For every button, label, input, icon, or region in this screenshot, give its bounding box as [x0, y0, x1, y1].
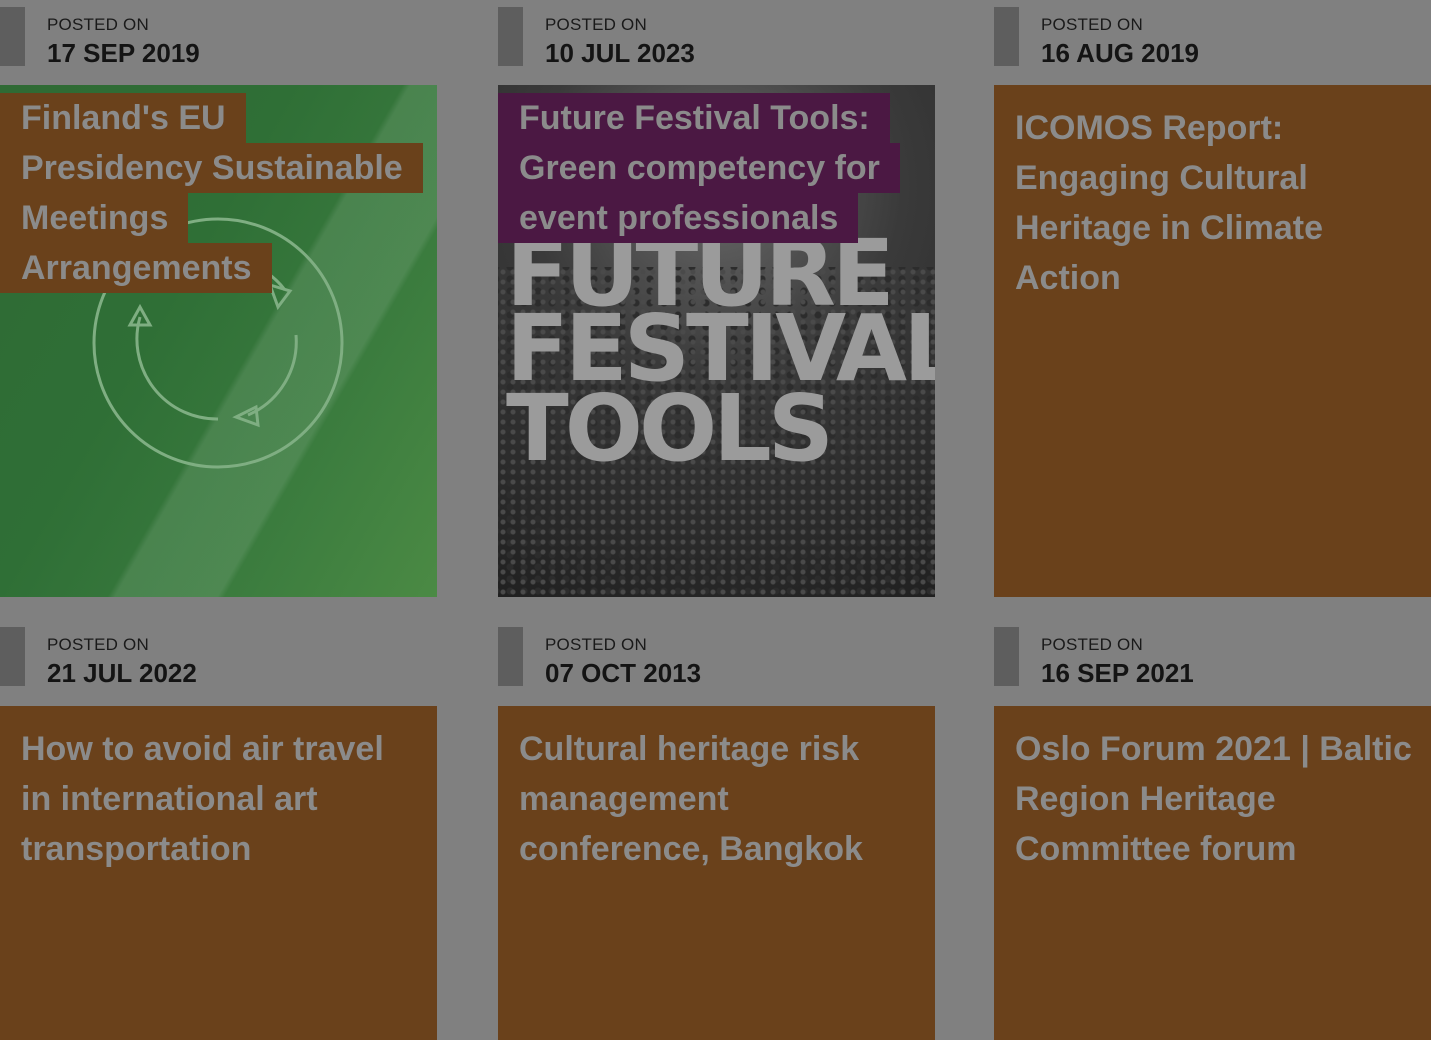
post-title-line[interactable]: Future Festival Tools:: [498, 93, 890, 143]
image-word-tools: TOOLS: [506, 375, 834, 482]
post-image[interactable]: Finland's EU Presidency Sustainable Meet…: [0, 85, 437, 597]
post-image[interactable]: FUTURE FESTIVAL TOOLS Future Festival To…: [498, 85, 935, 597]
post-date-block: POSTED ON 07 OCT 2013: [498, 620, 935, 710]
post-date: 07 OCT 2013: [545, 658, 702, 688]
posted-on-label: POSTED ON: [47, 15, 149, 34]
post-title-line[interactable]: Arrangements: [0, 243, 272, 293]
posted-on-label: POSTED ON: [545, 15, 647, 34]
post-title-line[interactable]: Green competency for: [498, 143, 900, 193]
post-date: 16 AUG 2019: [1041, 38, 1200, 68]
post-date-block: POSTED ON 16 SEP 2021: [994, 620, 1431, 710]
posted-on-label: POSTED ON: [47, 635, 149, 654]
post-title[interactable]: Finland's EU Presidency Sustainable Meet…: [0, 93, 430, 293]
date-accent-bar: [994, 627, 1019, 686]
post-title-line[interactable]: Meetings: [0, 193, 189, 243]
post-title[interactable]: Future Festival Tools: Green competency …: [498, 93, 928, 243]
post-panel[interactable]: Oslo Forum 2021 | Baltic Region Heritage…: [994, 706, 1431, 1040]
post-title-line[interactable]: event professionals: [498, 193, 859, 243]
post-date: 21 JUL 2022: [47, 658, 197, 688]
post-title[interactable]: ICOMOS Report: Engaging Cultural Heritag…: [1015, 103, 1415, 303]
posted-on-label: POSTED ON: [545, 635, 647, 654]
post-title[interactable]: How to avoid air travel in international…: [21, 724, 421, 874]
post-title-line[interactable]: Presidency Sustainable: [0, 143, 423, 193]
date-accent-bar: [0, 627, 25, 686]
post-date-block: POSTED ON 16 AUG 2019: [994, 0, 1431, 90]
date-accent-bar: [0, 7, 25, 66]
posted-on-label: POSTED ON: [1041, 15, 1143, 34]
posted-on-label: POSTED ON: [1041, 635, 1143, 654]
post-title-line[interactable]: Finland's EU: [0, 93, 246, 143]
post-date: 10 JUL 2023: [545, 38, 695, 68]
post-panel[interactable]: Cultural heritage risk management confer…: [498, 706, 935, 1040]
date-accent-bar: [994, 7, 1019, 66]
post-date-block: POSTED ON 21 JUL 2022: [0, 620, 437, 710]
post-panel[interactable]: How to avoid air travel in international…: [0, 706, 437, 1040]
date-accent-bar: [498, 7, 523, 66]
post-date: 16 SEP 2021: [1041, 658, 1194, 688]
post-title[interactable]: Cultural heritage risk management confer…: [519, 724, 919, 874]
post-title[interactable]: Oslo Forum 2021 | Baltic Region Heritage…: [1015, 724, 1415, 874]
post-date: 17 SEP 2019: [47, 38, 200, 68]
date-accent-bar: [498, 627, 523, 686]
post-date-block: POSTED ON 10 JUL 2023: [498, 0, 935, 90]
post-date-block: POSTED ON 17 SEP 2019: [0, 0, 437, 90]
post-panel[interactable]: ICOMOS Report: Engaging Cultural Heritag…: [994, 85, 1431, 597]
